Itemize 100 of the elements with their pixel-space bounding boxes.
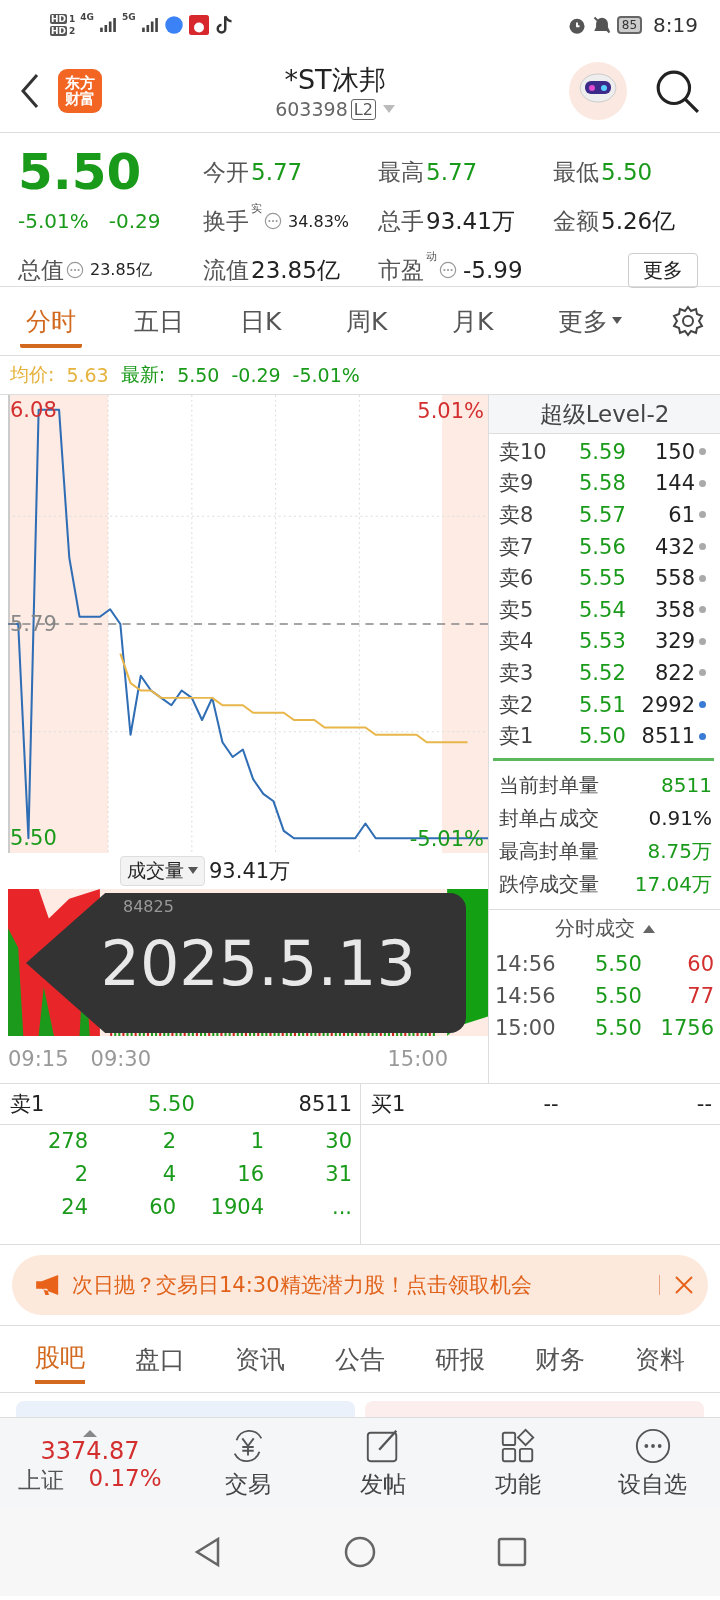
latest-price-label: 最新: <box>120 362 166 387</box>
queue-order: 1 <box>249 1129 264 1153</box>
change-percent: -5.01% <box>18 209 89 233</box>
chart-tab[interactable]: 日K <box>234 294 340 348</box>
info-icon[interactable] <box>439 261 457 279</box>
chart-tab[interactable]: 五日 <box>128 294 234 348</box>
trade-price: 5.50 <box>595 951 643 976</box>
ask-price: 5.58 <box>579 471 627 496</box>
seal-label: 封单占成交 <box>499 804 599 832</box>
ask-price: 5.50 <box>579 724 627 749</box>
close-icon[interactable] <box>674 1275 694 1295</box>
indicator-dropdown[interactable]: 成交量 <box>120 856 205 886</box>
stat-label: 市盈 <box>378 255 424 285</box>
time-axis-label: 09:15 <box>8 1047 69 1071</box>
more-button[interactable]: 更多 <box>628 252 698 288</box>
sim-label: HD 2 <box>50 26 76 36</box>
stat-label: 金额 <box>553 206 599 236</box>
recent-apps-icon[interactable] <box>496 1536 528 1568</box>
chart-tab[interactable]: 月K <box>446 294 552 348</box>
seal-value: 8.75万 <box>647 837 712 865</box>
nav-item[interactable]: 设自选 <box>585 1426 720 1500</box>
nav-item[interactable]: 交易 <box>180 1426 315 1500</box>
section-tab[interactable]: 资料 <box>635 1336 685 1382</box>
chart-tab[interactable]: 分时 <box>20 294 82 348</box>
ask-volume: 329 <box>653 629 695 654</box>
banner-text: 次日抛？交易日14:30精选潜力股！点击领取机会 <box>72 1272 532 1299</box>
panel-title: 超级Level-2 <box>489 395 720 434</box>
queue-order: 2 <box>73 1162 88 1186</box>
stat-label: 最高 <box>378 157 424 187</box>
section-tab[interactable]: 资讯 <box>235 1336 285 1382</box>
section-tab[interactable]: 财务 <box>535 1336 585 1382</box>
stat-label: 最低 <box>553 157 599 187</box>
average-price: 5.63 <box>66 364 109 386</box>
ask-level: 卖7 <box>499 533 535 561</box>
trade-volume: 60 <box>686 951 714 976</box>
stat-value: -5.99 <box>463 257 523 283</box>
signal-icon <box>140 18 159 32</box>
ask-price: 5.50 <box>148 1092 195 1116</box>
battery-icon: 85 <box>616 16 643 34</box>
ask-volume: 61 <box>667 503 695 527</box>
info-icon[interactable] <box>264 212 282 230</box>
search-icon[interactable] <box>654 68 700 114</box>
time-axis-label: 09:30 <box>90 1047 152 1071</box>
index-change: 0.17% <box>88 1465 162 1493</box>
bell-off-icon <box>591 15 612 35</box>
ask-volume: 144 <box>653 471 695 496</box>
home-icon[interactable] <box>344 1536 376 1568</box>
ask-level: 卖2 <box>499 691 535 719</box>
expand-arrow-icon[interactable] <box>83 1430 97 1437</box>
app-icon <box>188 15 209 35</box>
stat-value: 93.41万 <box>426 206 516 236</box>
queue-order: 278 <box>46 1129 88 1153</box>
average-price-label: 均价: <box>10 362 55 387</box>
trade-price: 5.50 <box>595 983 643 1008</box>
trade-volume: 1756 <box>659 1015 714 1040</box>
seal-label: 跌停成交量 <box>499 870 599 898</box>
expand-arrow-icon[interactable] <box>642 924 655 933</box>
section-tab[interactable]: 股吧 <box>35 1334 85 1384</box>
trade-volume: 77 <box>686 983 714 1008</box>
nav-item[interactable]: 发帖 <box>315 1426 450 1500</box>
trade-price: 5.50 <box>595 1015 643 1040</box>
index-name: 上证 <box>18 1466 65 1495</box>
ask-level: 卖5 <box>499 596 535 624</box>
stat-value: 23.85亿 <box>251 255 341 285</box>
queue-order: 16 <box>236 1162 264 1186</box>
queue-order: 60 <box>148 1195 176 1219</box>
stock-code: 603398 <box>275 98 348 120</box>
back-icon[interactable] <box>20 73 40 109</box>
stat-superscript: 动 <box>426 249 437 264</box>
stock-title: *ST沐邦 <box>284 63 386 97</box>
section-tab[interactable]: 盘口 <box>135 1336 185 1382</box>
bid-volume: -- <box>696 1092 712 1116</box>
stat-label: 换手 <box>203 206 249 236</box>
info-icon[interactable] <box>66 261 84 279</box>
y-axis-label: 6.08 <box>10 396 57 423</box>
volume-peak-label: 84825 <box>123 897 174 916</box>
current-price: 5.50 <box>18 147 142 197</box>
ask-volume: 432 <box>653 534 695 559</box>
sim-label: HD 1 <box>50 14 76 24</box>
stat-value: 23.85亿 <box>90 259 152 281</box>
seal-label: 最高封单量 <box>499 837 599 865</box>
network-label: 5G <box>121 12 136 22</box>
robot-avatar-icon[interactable] <box>568 61 628 121</box>
percent-high-label: 5.01% <box>417 399 484 423</box>
chart-tab[interactable]: 更多 <box>552 294 658 348</box>
latest-price: 5.50 <box>177 364 220 386</box>
ask-volume: 558 <box>653 566 695 591</box>
stat-superscript: 实 <box>251 201 262 216</box>
trade-time: 15:00 <box>495 1015 557 1040</box>
settings-icon[interactable] <box>672 305 704 337</box>
signal-icon <box>98 18 117 32</box>
nav-item[interactable]: 功能 <box>450 1426 585 1500</box>
stat-value: 5.77 <box>251 159 304 185</box>
ask-price: 5.57 <box>579 503 627 527</box>
ask-price: 5.54 <box>579 597 627 622</box>
chart-tab[interactable]: 周K <box>340 294 446 348</box>
section-tab[interactable]: 公告 <box>335 1336 385 1382</box>
section-tab[interactable]: 研报 <box>435 1336 485 1382</box>
trade-time: 14:56 <box>495 951 557 976</box>
bid-label: 买1 <box>371 1091 406 1118</box>
